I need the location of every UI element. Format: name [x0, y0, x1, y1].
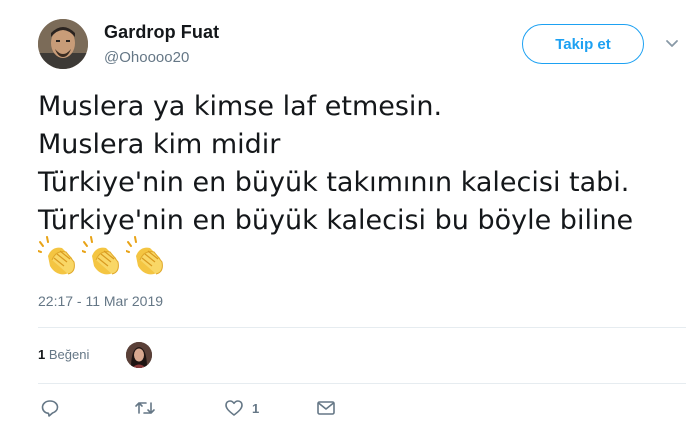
reply-button[interactable] [40, 398, 68, 418]
author-display-name[interactable]: Gardrop Fuat [104, 22, 219, 43]
chevron-down-icon[interactable] [664, 36, 680, 52]
clapping-hands-icon [38, 236, 75, 275]
tweet-line: Türkiye'nin en büyük kalecisi bu böyle b… [38, 205, 634, 236]
like-count: 1 [252, 400, 260, 416]
divider [38, 327, 686, 328]
liker-avatar[interactable] [126, 342, 152, 368]
emoji-row [38, 236, 168, 278]
like-button[interactable]: 1 [224, 398, 259, 418]
heart-icon [225, 400, 243, 416]
like-stats[interactable]: 1 Beğeni [38, 347, 89, 362]
clapping-hands-icon [126, 236, 163, 275]
author-avatar[interactable] [38, 19, 88, 69]
tweet-line: Muslera kim midir [38, 129, 281, 160]
direct-message-button[interactable] [316, 398, 344, 418]
envelope-icon [317, 401, 335, 415]
clapping-hands-icon [82, 236, 119, 275]
divider [38, 383, 686, 384]
author-handle[interactable]: @Ohoooo20 [104, 49, 189, 66]
tweet-line: Muslera ya kimse laf etmesin. [38, 91, 443, 122]
tweet-line: Türkiye'nin en büyük takımının kalecisi … [38, 167, 630, 198]
follow-button[interactable]: Takip et [522, 24, 644, 64]
like-stats-label: Beğeni [48, 347, 90, 362]
tweet-text: Muslera ya kimse laf etmesin. Muslera ki… [38, 88, 633, 240]
like-stats-count: 1 [38, 347, 46, 362]
retweet-button[interactable] [134, 398, 164, 418]
reply-icon [41, 400, 59, 417]
tweet-timestamp[interactable]: 22:17 - 11 Mar 2019 [38, 293, 163, 309]
retweet-icon [135, 402, 155, 414]
